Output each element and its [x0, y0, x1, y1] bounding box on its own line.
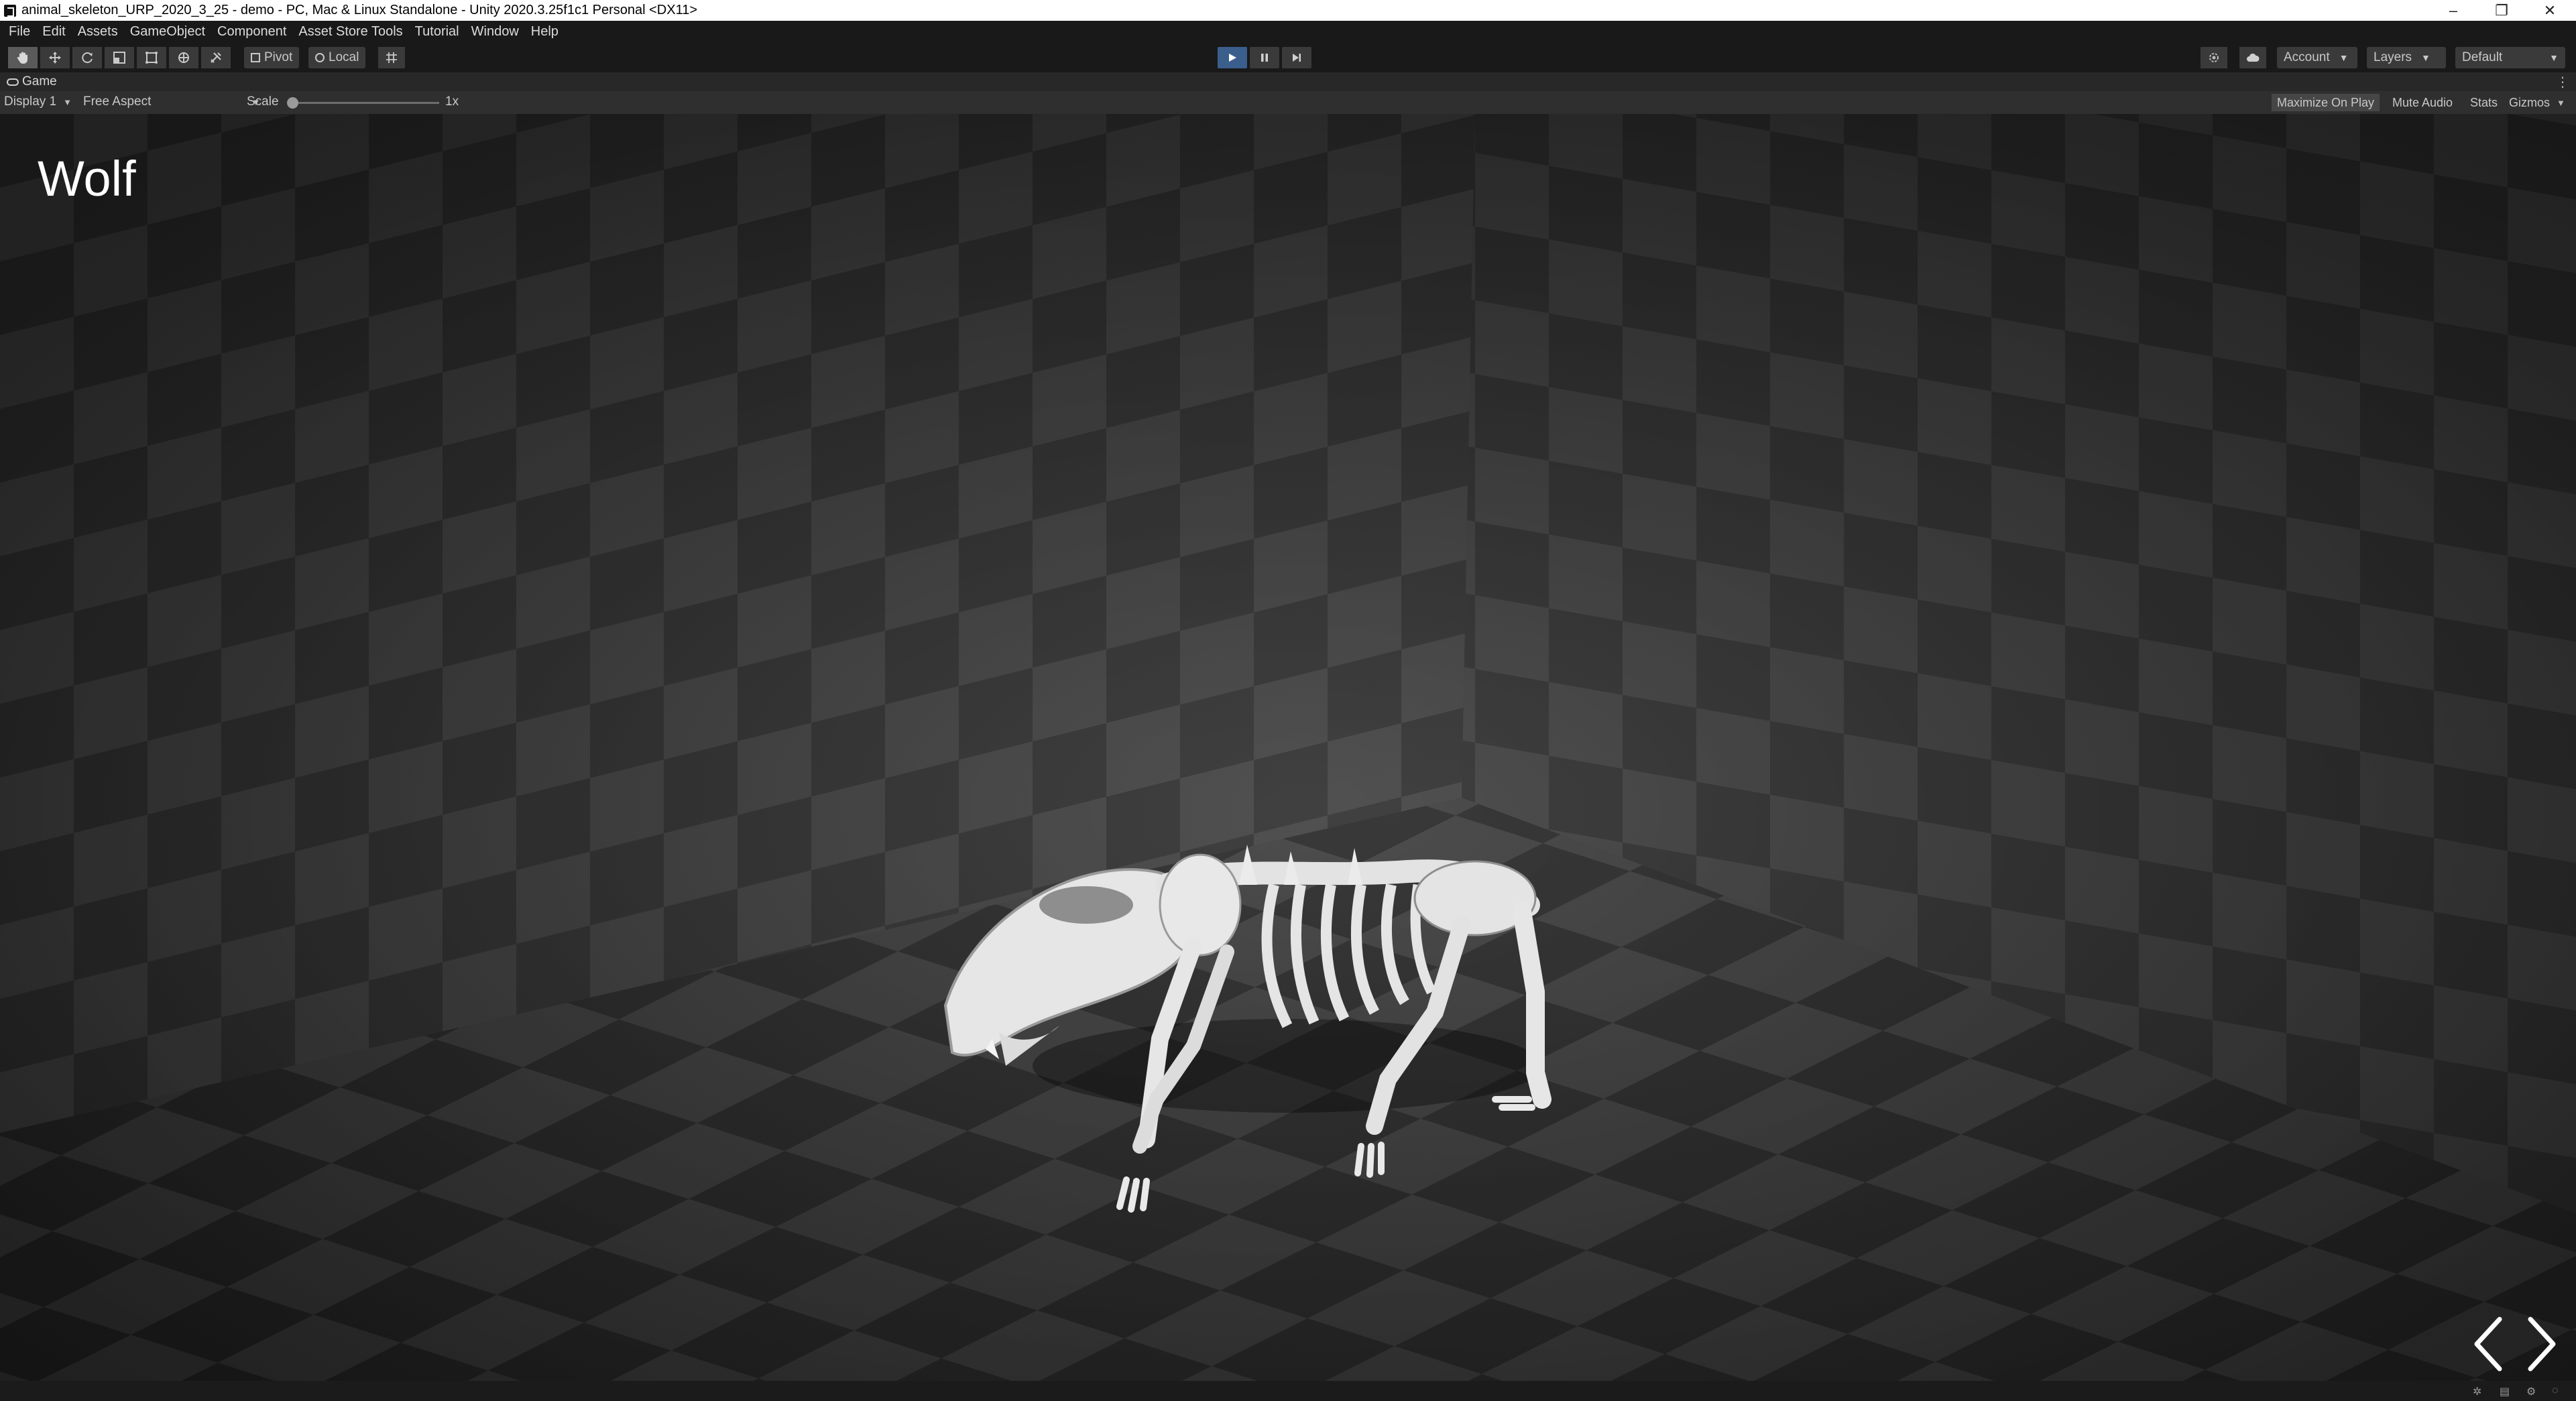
minimize-button[interactable]: – — [2433, 0, 2474, 21]
unity-logo-icon — [4, 4, 16, 17]
menu-component[interactable]: Component — [211, 24, 292, 40]
account-label: Account — [2284, 50, 2330, 64]
tab-game[interactable]: Game — [0, 74, 57, 89]
local-label: Local — [329, 50, 359, 64]
rotate-tool-button[interactable] — [72, 47, 102, 68]
move-tool-icon — [49, 52, 61, 64]
progress-icon[interactable]: ◌ — [2552, 1385, 2565, 1397]
menu-bar: File Edit Assets GameObject Component As… — [0, 21, 2576, 43]
local-icon — [315, 53, 325, 62]
menu-window[interactable]: Window — [465, 24, 525, 40]
gizmos-label: Gizmos — [2509, 95, 2551, 109]
gamepad-icon — [7, 78, 19, 86]
menu-edit[interactable]: Edit — [36, 24, 71, 40]
more-options-icon[interactable]: ⋮ — [2556, 74, 2569, 90]
menu-file[interactable]: File — [3, 24, 36, 40]
checker-room-render — [0, 114, 2576, 1381]
mute-audio-toggle[interactable]: Mute Audio — [2387, 94, 2458, 111]
tab-game-label: Game — [22, 74, 57, 88]
transform-tool-icon — [178, 52, 189, 63]
scale-slider-track[interactable] — [293, 102, 439, 104]
game-window-tabs: Game ⋮ — [0, 72, 2576, 91]
transform-tool-button[interactable] — [169, 47, 198, 68]
profiler-icon[interactable]: ⚙ — [2526, 1385, 2540, 1398]
gear-icon — [2209, 53, 2219, 62]
window-title-bar: animal_skeleton_URP_2020_3_25 - demo - P… — [0, 0, 2576, 21]
scale-value: 1x — [445, 95, 459, 109]
menu-asset-store-tools[interactable]: Asset Store Tools — [292, 24, 408, 40]
pivot-toggle[interactable]: Pivot — [244, 47, 300, 68]
window-title: animal_skeleton_URP_2020_3_25 - demo - P… — [21, 3, 698, 17]
status-bar: ✲ ▤ ⚙ ◌ — [0, 1381, 2576, 1401]
hand-tool-button[interactable] — [8, 47, 38, 68]
cloud-icon — [2247, 53, 2260, 62]
layers-dropdown[interactable]: Layers ▼ — [2367, 47, 2446, 68]
custom-tool-button[interactable] — [201, 47, 231, 68]
hand-tool-icon — [17, 52, 27, 64]
local-toggle[interactable]: Local — [308, 47, 366, 68]
scale-slider-thumb[interactable] — [287, 97, 298, 109]
aspect-dropdown[interactable]: Free Aspect ▼ — [83, 95, 260, 109]
chevron-left-icon[interactable] — [2465, 1307, 2512, 1381]
chevron-right-icon[interactable] — [2518, 1307, 2565, 1381]
step-icon — [1293, 54, 1301, 62]
chevron-down-icon: ▼ — [63, 97, 72, 107]
chevron-down-icon: ▼ — [2339, 52, 2349, 63]
rect-tool-icon — [145, 52, 158, 64]
chevron-down-icon: ▼ — [2557, 97, 2565, 108]
grid-snap-icon — [386, 52, 397, 63]
menu-tutorial[interactable]: Tutorial — [409, 24, 465, 40]
pause-icon — [1261, 54, 1268, 62]
console-icon[interactable]: ▤ — [2500, 1385, 2513, 1398]
chevron-down-icon: ▼ — [2421, 52, 2431, 63]
layers-label: Layers — [2374, 50, 2412, 64]
scale-tool-icon — [113, 52, 125, 64]
custom-tool-icon — [211, 52, 221, 63]
display-dropdown[interactable]: Display 1 ▼ — [4, 95, 72, 109]
scale-label: Scale — [247, 95, 279, 109]
pause-button[interactable] — [1250, 47, 1279, 68]
chevron-down-icon: ▼ — [2549, 52, 2559, 63]
restore-button[interactable]: ❐ — [2481, 0, 2522, 21]
scene-title: Wolf — [38, 151, 136, 206]
move-tool-button[interactable] — [40, 47, 70, 68]
display-label: Display 1 — [4, 95, 57, 109]
layout-dropdown[interactable]: Default ▼ — [2455, 47, 2565, 68]
menu-assets[interactable]: Assets — [72, 24, 124, 40]
game-view-toolbar: Display 1 ▼ Free Aspect ▼ Scale 1x Maximiz… — [0, 91, 2576, 114]
pivot-icon — [251, 53, 260, 62]
close-button[interactable]: ✕ — [2529, 0, 2571, 21]
account-dropdown[interactable]: Account ▼ — [2277, 47, 2357, 68]
menu-gameobject[interactable]: GameObject — [124, 24, 211, 40]
gizmos-toggle[interactable]: Gizmos ▼ — [2504, 94, 2571, 111]
cloud-button[interactable] — [2239, 47, 2266, 68]
menu-help[interactable]: Help — [525, 24, 565, 40]
step-button[interactable] — [1282, 47, 1311, 68]
debug-icon[interactable]: ✲ — [2473, 1385, 2486, 1398]
scale-tool-button[interactable] — [105, 47, 134, 68]
rect-tool-button[interactable] — [137, 47, 166, 68]
collab-button[interactable] — [2201, 47, 2227, 68]
play-button[interactable] — [1218, 47, 1247, 68]
rotate-tool-icon — [82, 52, 93, 64]
pivot-label: Pivot — [264, 50, 293, 64]
main-toolbar: Pivot Local Account ▼ Layers ▼ Default ▼ — [0, 43, 2576, 72]
stats-toggle[interactable]: Stats — [2465, 94, 2503, 111]
grid-snap-button[interactable] — [378, 47, 405, 68]
maximize-on-play-toggle[interactable]: Maximize On Play — [2272, 94, 2380, 111]
layout-label: Default — [2462, 50, 2503, 64]
aspect-label: Free Aspect — [83, 95, 152, 109]
play-icon — [1229, 54, 1236, 62]
game-viewport[interactable]: Wolf — [0, 114, 2576, 1381]
